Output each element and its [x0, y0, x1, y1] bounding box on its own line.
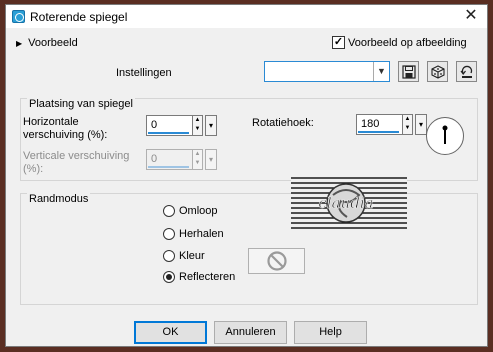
save-preset-button[interactable]: [398, 61, 419, 82]
expand-arrow-icon: ▶: [16, 38, 23, 48]
cancel-button[interactable]: Annuleren: [214, 321, 287, 344]
edge-option-wrap-radio[interactable]: [163, 205, 175, 217]
no-color-icon: [266, 251, 287, 271]
rotation-dial[interactable]: [426, 117, 464, 155]
preview-on-image-option[interactable]: ✓ Voorbeeld op afbeelding: [332, 36, 467, 49]
edge-option-wrap[interactable]: Omloop: [163, 205, 218, 217]
edge-color-swatch[interactable]: [248, 248, 305, 274]
horizontal-offset-stepper[interactable]: 0 ▲ ▼ ▾: [146, 115, 218, 136]
slider-dropdown-icon[interactable]: ▾: [415, 114, 427, 135]
dialog-window: Roterende spiegel ✕ ▶ Voorbeeld ✓ Voorbe…: [5, 4, 488, 347]
save-icon: [401, 64, 416, 79]
horizontal-offset-slider-bar[interactable]: [148, 132, 189, 134]
edge-option-reflect-radio[interactable]: [163, 271, 175, 283]
title-bar: Roterende spiegel ✕: [6, 5, 487, 28]
preview-toggle[interactable]: ▶ Voorbeeld: [16, 37, 78, 49]
preview-on-image-checkbox[interactable]: ✓: [332, 36, 345, 49]
svg-text:claudia: claudia: [318, 194, 373, 212]
settings-preset-select[interactable]: ▼: [264, 61, 390, 82]
mirror-placement-title: Plaatsing van spiegel: [27, 98, 135, 110]
dial-pointer-icon: [442, 125, 448, 144]
reset-button[interactable]: [456, 61, 477, 82]
preview-toggle-label: Voorbeeld: [28, 37, 78, 49]
window-title: Roterende spiegel: [30, 10, 128, 24]
watermark-image: claudia: [291, 175, 407, 233]
spin-arrows-icon[interactable]: ▲ ▼: [403, 114, 413, 135]
horizontal-offset-label: Horizontale verschuiving (%):: [23, 116, 108, 141]
vertical-offset-slider-bar[interactable]: [148, 166, 189, 168]
edge-option-repeat-radio[interactable]: [163, 228, 175, 240]
preview-on-image-label: Voorbeeld op afbeelding: [348, 36, 467, 49]
spin-arrows-icon[interactable]: ▲ ▼: [193, 149, 203, 170]
rotation-angle-stepper[interactable]: 180 ▲ ▼ ▾: [356, 114, 428, 135]
claudia-watermark: claudia: [291, 175, 407, 233]
app-icon: [12, 10, 25, 23]
chevron-down-icon[interactable]: ▼: [373, 62, 389, 81]
settings-label: Instellingen: [116, 67, 172, 79]
rotation-angle-label: Rotatiehoek:: [252, 117, 314, 129]
spin-arrows-icon[interactable]: ▲ ▼: [193, 115, 203, 136]
vertical-offset-stepper[interactable]: 0 ▲ ▼ ▾: [146, 149, 218, 170]
slider-dropdown-icon[interactable]: ▾: [205, 115, 217, 136]
edge-option-color[interactable]: Kleur: [163, 250, 205, 262]
edge-option-reflect[interactable]: Reflecteren: [163, 271, 235, 283]
edge-mode-title: Randmodus: [27, 193, 91, 205]
ok-button[interactable]: OK: [134, 321, 207, 344]
edge-option-wrap-label: Omloop: [179, 205, 218, 217]
reset-icon: [460, 65, 472, 78]
randomize-icon: [430, 64, 445, 79]
randomize-button[interactable]: [427, 61, 448, 82]
vertical-offset-label: Verticale verschuiving (%):: [23, 150, 130, 175]
edge-option-color-label: Kleur: [179, 250, 205, 262]
rotation-angle-slider-bar[interactable]: [358, 131, 399, 133]
edge-option-color-radio[interactable]: [163, 250, 175, 262]
edge-option-repeat[interactable]: Herhalen: [163, 228, 224, 240]
close-button[interactable]: ✕: [459, 7, 483, 26]
slider-dropdown-icon[interactable]: ▾: [205, 149, 217, 170]
edge-option-reflect-label: Reflecteren: [179, 271, 236, 283]
help-button[interactable]: Help: [294, 321, 367, 344]
edge-option-repeat-label: Herhalen: [179, 228, 224, 240]
